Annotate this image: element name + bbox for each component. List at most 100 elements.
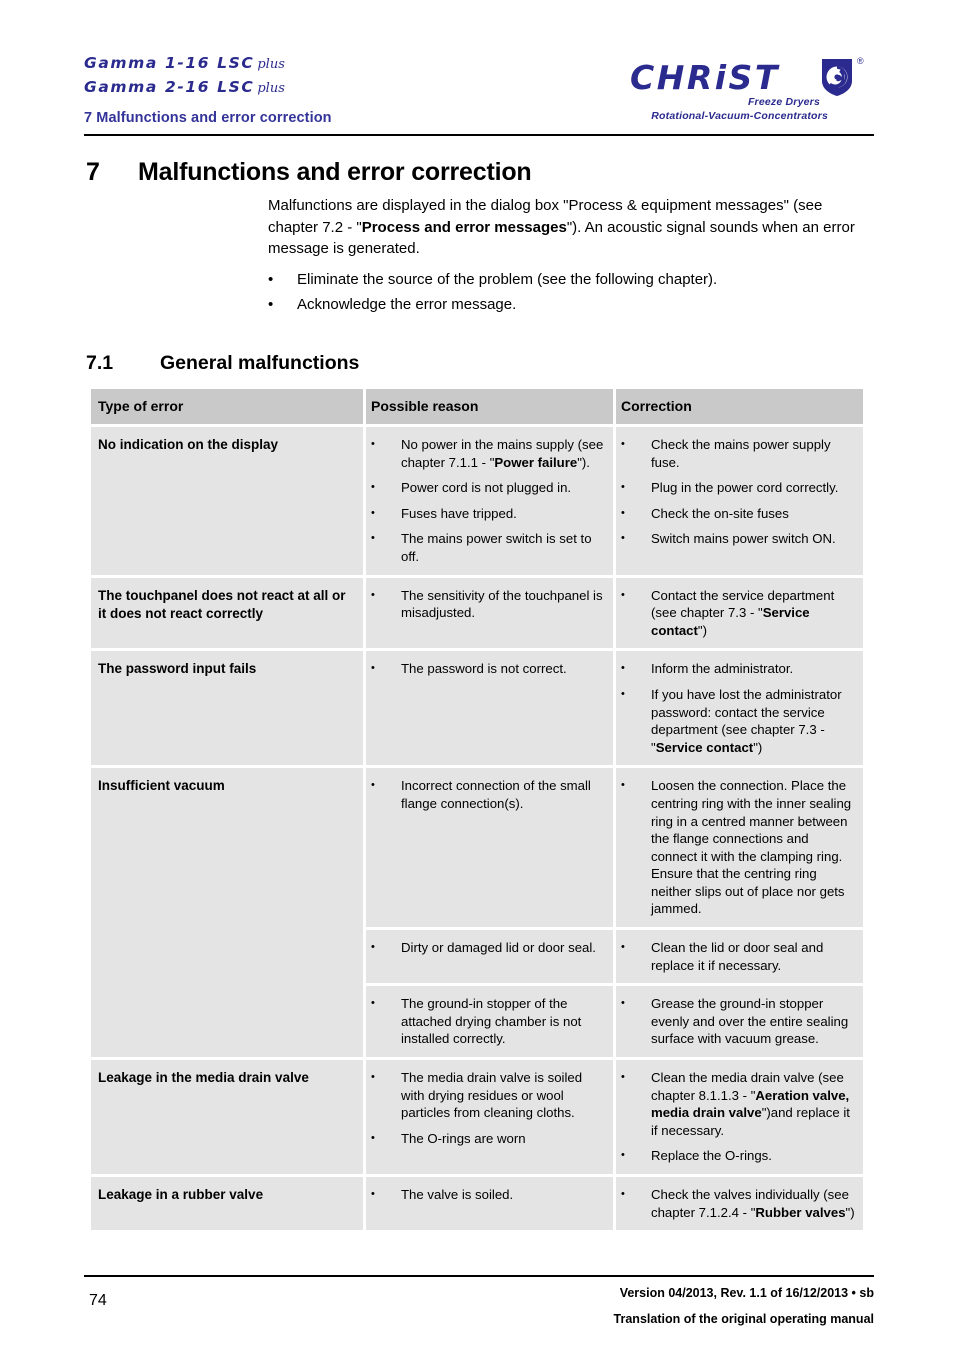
emphasis-text: Service contact: [651, 605, 810, 638]
list-item: • Acknowledge the error message.: [268, 294, 868, 316]
bullet-icon: •: [268, 296, 274, 313]
list-item-label: The sensitivity of the touchpanel is mis…: [401, 587, 603, 621]
footer-translation-line: Translation of the original operating ma…: [613, 1312, 874, 1326]
list-item: • The password is not correct.: [371, 660, 607, 678]
running-header: Gamma 1-16 LSC plus Gamma 2-16 LSC plus 7 …: [84, 52, 874, 142]
footer-version-line: Version 04/2013, Rev. 1.1 of 16/12/2013 …: [619, 1286, 874, 1300]
table-cell-correction: • Loosen the connection. Place the centri…: [616, 768, 863, 928]
bullet-icon: •: [371, 481, 375, 494]
list-item: • Clean the media drain valve (see chapte…: [621, 1069, 857, 1139]
intro-bullet-list: • Eliminate the source of the problem (s…: [268, 269, 868, 316]
list-item-label: The ground-in stopper of the attached dr…: [401, 996, 582, 1047]
bullet-icon: •: [371, 941, 375, 954]
list-item: • Switch mains power switch ON.: [621, 530, 857, 548]
list-item: • Eliminate the source of the problem (s…: [268, 269, 868, 291]
bullet-icon: •: [621, 588, 625, 601]
list-item: • Grease the ground-in stopper evenly and…: [621, 995, 857, 1048]
error-type-label: The password input fails: [98, 661, 257, 677]
list-item-label: The password is not correct.: [401, 661, 567, 677]
bullet-icon: •: [371, 506, 375, 519]
list-item: • Dirty or damaged lid or door seal.: [371, 939, 607, 957]
list-item-label: The mains power switch is set to off.: [401, 531, 592, 564]
table-cell-possible-reason: • The password is not correct.: [366, 651, 613, 766]
table-body: No indication on the display • No power in…: [91, 427, 863, 1231]
error-type-label: The touchpanel does not react at all or …: [98, 587, 346, 621]
table-cell-correction: • Check the mains power supply fuse. • Plug…: [616, 427, 863, 575]
table-cell-type-of-error: The password input fails: [91, 651, 363, 766]
intro-section: Malfunctions are displayed in the dialog…: [268, 195, 868, 320]
bullet-icon: •: [621, 532, 625, 545]
list-item-label: Check the on-site fuses: [651, 505, 789, 521]
section-heading-text: General malfunctions: [160, 352, 360, 374]
table-cell-correction: • Grease the ground-in stopper evenly and…: [616, 986, 863, 1058]
model-brand-2: Gamma: [84, 78, 158, 96]
document-page: Gamma 1-16 LSC plus Gamma 2-16 LSC plus 7 …: [0, 0, 954, 1350]
model-number-2: 2-16 LSC: [164, 78, 255, 96]
intro-paragraph: Malfunctions are displayed in the dialog…: [268, 195, 868, 260]
list-item-label: Loosen the connection. Place the centrin…: [651, 778, 852, 917]
list-item: • Check the on-site fuses: [621, 505, 857, 523]
table-cell-type-of-error: Leakage in a rubber valve: [91, 1177, 363, 1231]
table-cell-type-of-error: No indication on the display: [91, 427, 363, 575]
table-cell-type-of-error: The touchpanel does not react at all or …: [91, 577, 363, 649]
christ-logo: CHRiST ® Freeze Dryers Rotational-Vacuum…: [624, 54, 874, 130]
list-item-label: Switch mains power switch ON.: [651, 531, 836, 547]
bullet-icon: •: [371, 662, 375, 675]
list-item-label: Plug in the power cord correctly.: [651, 480, 839, 496]
column-header-label: Possible reason: [371, 398, 479, 414]
model-suffix-2: plus: [257, 81, 285, 96]
bullet-icon: •: [621, 1071, 625, 1084]
page-number: 74: [89, 1292, 107, 1309]
logo-wordmark: CHRiST: [630, 58, 780, 97]
list-item: • The mains power switch is set to off.: [371, 530, 607, 565]
bullet-icon: •: [268, 270, 274, 288]
emphasis-text: Power failure: [494, 454, 578, 470]
emphasis-text: Rubber valves: [755, 1204, 846, 1220]
list-item: • If you have lost the administrator pass…: [621, 686, 857, 756]
table-cell-correction: • Inform the administrator. • If you have l…: [616, 651, 863, 766]
list-item-label: Acknowledge the error message.: [297, 296, 517, 313]
bullet-icon: •: [371, 438, 375, 450]
list-item: • Loosen the connection. Place the centri…: [621, 777, 857, 918]
model-number-1: 1-16 LSC: [164, 54, 255, 72]
bullet-icon: •: [621, 438, 625, 450]
bullet-icon: •: [371, 997, 375, 1010]
table-row: Leakage in a rubber valve • The valve is s…: [91, 1177, 863, 1231]
list-item: • The sensitivity of the touchpanel is mi…: [371, 587, 607, 622]
list-item: • Contact the service department (see cha…: [621, 587, 857, 640]
product-model-line-1: Gamma 1-16 LSC plus: [84, 52, 285, 76]
model-suffix-1: plus: [257, 57, 285, 72]
list-item: • Inform the administrator.: [621, 660, 857, 678]
list-item-label: Incorrect connection of the small flange…: [401, 778, 591, 811]
table-cell-correction: • Contact the service department (see cha…: [616, 577, 863, 649]
list-item-label: Eliminate the source of the problem (see…: [297, 270, 718, 288]
page-title-text: Malfunctions and error correction: [138, 158, 532, 186]
intro-paragraph-bold: Process and error messages: [361, 218, 567, 236]
table-header-cell-possible-reason: Possible reason: [366, 389, 613, 424]
list-item-label: Check the mains power supply fuse.: [651, 437, 831, 470]
bullet-icon: •: [621, 662, 625, 675]
list-item-label: If you have lost the administrator passw…: [651, 686, 842, 755]
product-model-line-2: Gamma 2-16 LSC plus: [84, 76, 285, 100]
list-item-label: Grease the ground-in stopper evenly and …: [651, 996, 849, 1047]
page-title-number: 7: [86, 158, 100, 186]
table-subrow: • Incorrect connection of the small flang…: [366, 768, 863, 928]
bullet-icon: •: [621, 1149, 625, 1162]
list-item-label: The O-rings are worn: [401, 1130, 526, 1146]
bullet-icon: •: [371, 1188, 375, 1200]
bullet-icon: •: [621, 997, 625, 1010]
list-item: • No power in the mains supply (see chapt…: [371, 436, 607, 471]
footer-meta: Version 04/2013, Rev. 1.1 of 16/12/2013 …: [374, 1280, 874, 1332]
table-cell-type-of-error: Leakage in the media drain valve: [91, 1060, 363, 1174]
list-item-label: The media drain valve is soiled with dry…: [401, 1070, 583, 1121]
error-type-label: Leakage in a rubber valve: [98, 1187, 264, 1202]
page-title: 7 Malfunctions and error correction: [86, 158, 532, 187]
list-item: • Plug in the power cord correctly.: [621, 479, 857, 497]
bullet-icon: •: [371, 1131, 375, 1144]
registered-trademark-icon: ®: [857, 56, 864, 66]
model-brand-1: Gamma: [84, 54, 158, 72]
bullet-icon: •: [621, 687, 625, 700]
table-header-cell-correction: Correction: [616, 389, 863, 424]
table-cell-type-of-error: Insufficient vacuum: [91, 768, 363, 1058]
list-item-label: Power cord is not plugged in.: [401, 480, 572, 496]
